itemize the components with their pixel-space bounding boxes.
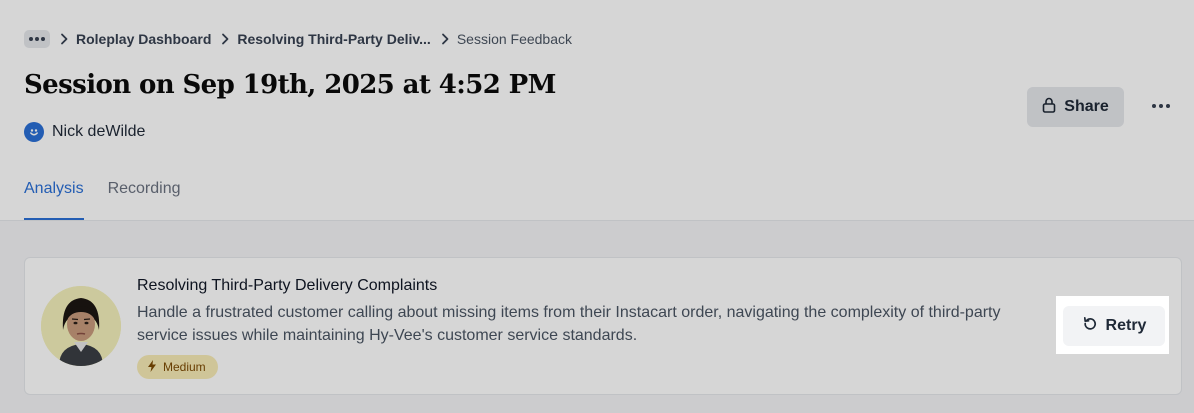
retry-button[interactable]: Retry <box>1063 306 1165 346</box>
retry-label: Retry <box>1105 317 1147 334</box>
dim-overlay <box>0 0 1194 413</box>
retry-icon <box>1082 316 1098 337</box>
retry-spotlight: Retry <box>1056 296 1169 354</box>
